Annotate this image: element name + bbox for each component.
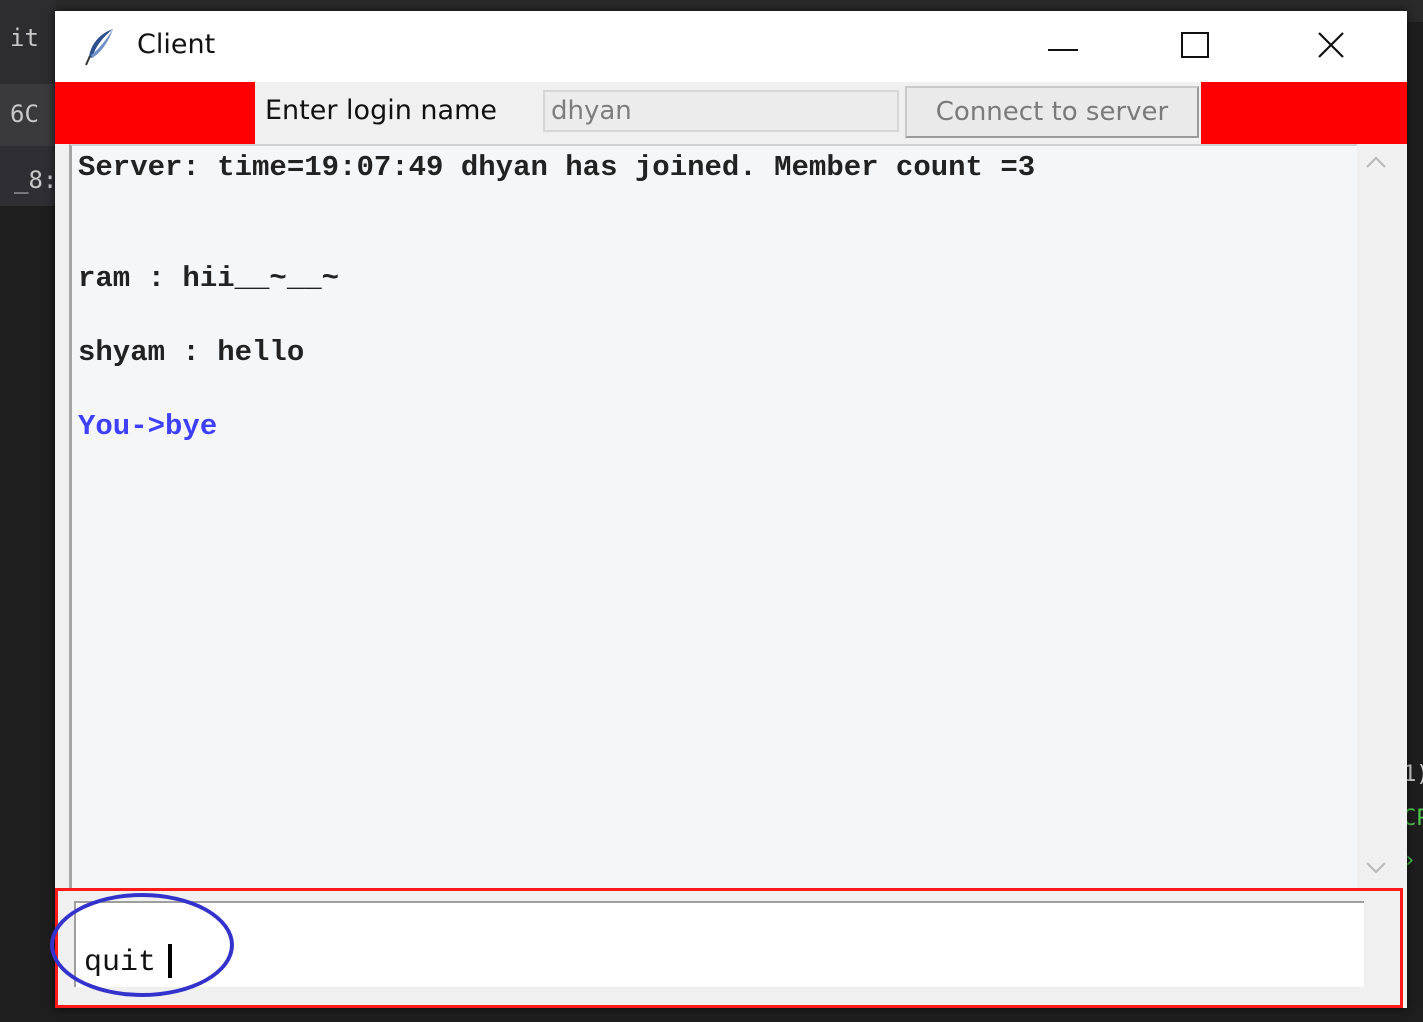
- chat-frame: Server: time=19:07:49 dhyan has joined. …: [69, 144, 1393, 888]
- annotation-circle: [50, 893, 234, 997]
- message-entry-frame: [55, 888, 1403, 1008]
- chat-message: ram : hii__~__~: [78, 262, 340, 295]
- connect-to-server-button[interactable]: Connect to server: [905, 86, 1199, 138]
- chevron-down-icon: [1365, 860, 1387, 879]
- title-bar[interactable]: Client: [55, 11, 1407, 82]
- maximize-icon: [1181, 31, 1209, 62]
- chat-message-self: You->bye: [78, 410, 218, 443]
- window-title: Client: [137, 29, 216, 60]
- chat-message: Server: time=19:07:49 dhyan has joined. …: [78, 151, 1036, 184]
- background-text: 6C: [10, 100, 39, 128]
- background-text: _8:: [14, 166, 58, 194]
- login-name-label: Enter login name: [265, 95, 497, 126]
- chevron-up-icon: [1365, 154, 1387, 173]
- chat-display[interactable]: Server: time=19:07:49 dhyan has joined. …: [69, 144, 1357, 888]
- scroll-up-button[interactable]: [1359, 146, 1393, 180]
- minimize-icon: [1048, 37, 1078, 56]
- chat-message: shyam : hello: [78, 336, 305, 369]
- message-input[interactable]: [74, 901, 1364, 987]
- close-button[interactable]: [1271, 11, 1391, 82]
- feather-icon: [83, 27, 117, 67]
- background-text: it: [10, 24, 39, 52]
- login-name-input[interactable]: [543, 90, 899, 132]
- login-panel: Enter login name Connect to server: [255, 82, 1201, 144]
- chat-scrollbar[interactable]: [1359, 144, 1393, 888]
- login-bar: Enter login name Connect to server: [55, 82, 1407, 144]
- scroll-down-button[interactable]: [1359, 852, 1393, 886]
- minimize-button[interactable]: [1003, 11, 1123, 82]
- maximize-button[interactable]: [1135, 11, 1255, 82]
- close-icon: [1317, 31, 1345, 63]
- client-window: Client Enter login name Connect to serve…: [55, 11, 1407, 1008]
